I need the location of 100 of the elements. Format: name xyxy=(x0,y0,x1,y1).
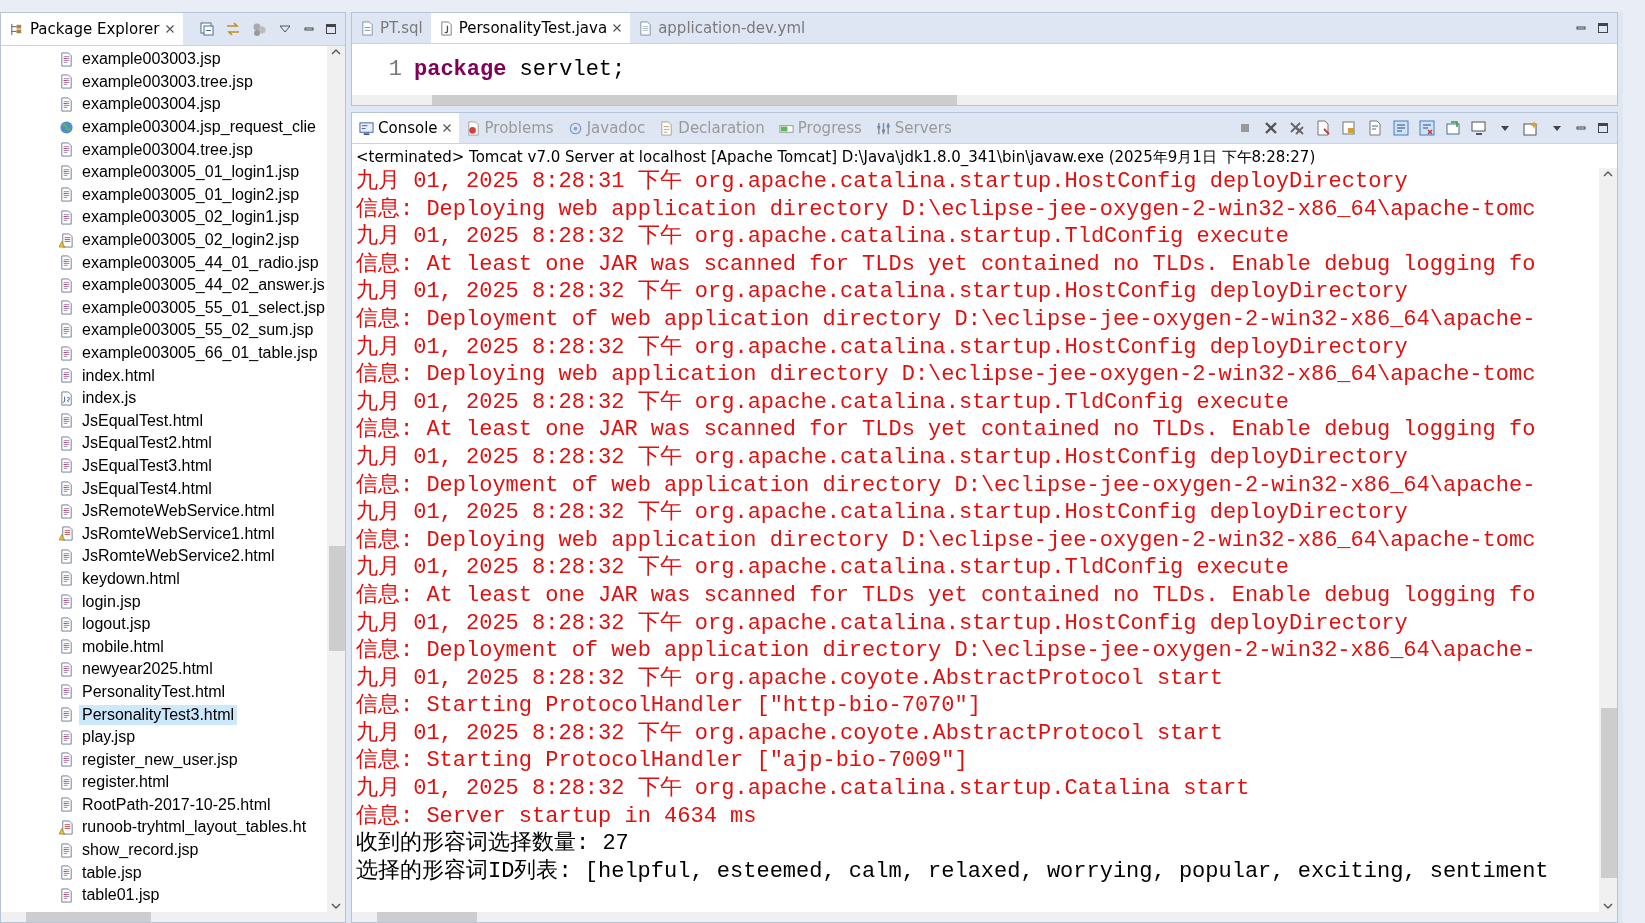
console-line: 信息: Deployment of web application directory D:\eclipse-jee-oxygen-2-win32-x86_64\apache- xyxy=(356,306,1536,332)
file-tree-item[interactable]: newyear2025.html xyxy=(79,659,216,680)
console-line: 九月 01, 2025 8:28:32 下午 org.apache.catalina.startup.HostConfig deployDirectory xyxy=(356,279,1408,305)
problems-icon xyxy=(465,120,481,136)
vertical-scrollbar[interactable] xyxy=(327,46,345,912)
file-icon xyxy=(59,142,74,158)
monitor-icon[interactable] xyxy=(1471,120,1487,136)
file-tree-item[interactable]: example003005_01_login1.jsp xyxy=(79,162,303,183)
console-line: 九月 01, 2025 8:28:32 下午 org.apache.coyote.AbstractProtocol start xyxy=(356,720,1223,746)
file-icon xyxy=(59,413,74,429)
package-tree-icon xyxy=(9,21,24,37)
file-tree-item[interactable]: show_record.jsp xyxy=(79,840,202,861)
file-tree-item[interactable]: table.jsp xyxy=(79,862,145,883)
file-icon xyxy=(59,187,74,203)
console-line: 信息: At least one JAR was scanned for TLDs yet contained no TLDs. Enable debug logging fo xyxy=(356,582,1536,608)
file-icon xyxy=(59,594,74,610)
console-line: 信息: Deploying web application directory D:\eclipse-jee-oxygen-2-win32-x86_64\apache-tomc xyxy=(356,196,1536,222)
close-icon[interactable] xyxy=(441,123,452,133)
scrollbar-thumb[interactable] xyxy=(1601,708,1617,878)
file-tree-item[interactable]: register_new_user.jsp xyxy=(79,749,241,770)
collapse-all-icon[interactable] xyxy=(199,21,215,37)
remove-all-icon[interactable] xyxy=(1289,120,1305,136)
console-line: 九月 01, 2025 8:28:32 下午 org.apache.catalina.startup.HostConfig deployDirectory xyxy=(356,334,1408,360)
close-icon[interactable] xyxy=(612,23,623,33)
file-tree-item[interactable]: JsRomteWebService2.html xyxy=(79,546,278,567)
file-tree-item[interactable]: JsEqualTest3.html xyxy=(79,456,215,476)
file-tree-item[interactable]: example003005_66_01_table.jsp xyxy=(79,343,321,363)
file-icon xyxy=(59,616,74,632)
file-tree-item[interactable]: example003003.tree.jsp xyxy=(79,71,256,92)
servers-icon xyxy=(875,120,891,136)
maximize-icon[interactable] xyxy=(325,23,337,35)
database-file-icon xyxy=(360,20,375,36)
file-icon xyxy=(59,51,74,67)
clear-console-icon[interactable] xyxy=(1315,120,1331,136)
editor-tab[interactable]: PersonalityTest.java xyxy=(430,13,631,43)
file-tree-item[interactable]: example003005_55_01_select.jsp xyxy=(79,297,327,318)
file-tree-item[interactable]: register.html xyxy=(79,772,173,793)
file-icon xyxy=(59,797,74,813)
file-tree-item[interactable]: example003004.jsp xyxy=(79,94,224,115)
file-warning-icon xyxy=(59,232,74,248)
file-icon xyxy=(59,752,74,768)
word-wrap-icon[interactable] xyxy=(1367,120,1383,136)
file-icon xyxy=(59,435,74,451)
view-tab[interactable]: Console xyxy=(352,113,459,143)
text-file-icon xyxy=(638,20,654,36)
console-icon xyxy=(359,120,374,136)
file-tree-item[interactable]: example003005_44_01_radio.jsp xyxy=(79,252,322,273)
horizontal-scrollbar[interactable] xyxy=(1,912,345,922)
open-console-icon[interactable] xyxy=(1445,120,1461,136)
console-line: 信息: At least one JAR was scanned for TLDs yet contained no TLDs. Enable debug logging fo xyxy=(356,251,1536,277)
link-arrows-icon[interactable] xyxy=(225,21,241,37)
file-tree-item[interactable]: JsEqualTest.html xyxy=(79,410,206,431)
horizontal-scrollbar[interactable] xyxy=(352,912,1617,922)
file-tree-item[interactable]: keydown.html xyxy=(79,568,183,589)
file-tree-item[interactable]: example003005_01_login2.jsp xyxy=(79,184,303,205)
file-tree-item[interactable]: JsRomteWebService1.html xyxy=(79,523,278,544)
file-tree-item[interactable]: runoob-tryhtml_layout_tables.ht xyxy=(79,817,310,838)
file-tree-item[interactable]: example003005_02_login2.jsp xyxy=(79,230,303,251)
pin-console-icon[interactable] xyxy=(1393,120,1409,136)
display-console-icon[interactable] xyxy=(1419,120,1435,136)
file-tree-item[interactable]: JsEqualTest4.html xyxy=(79,478,215,499)
remove-launch-icon[interactable] xyxy=(1263,120,1279,136)
maximize-icon[interactable] xyxy=(1597,22,1609,34)
file-tree-item[interactable]: index.html xyxy=(79,365,158,386)
scroll-lock-icon[interactable] xyxy=(1341,120,1357,136)
globe-icon xyxy=(59,119,74,135)
close-icon[interactable] xyxy=(165,24,176,34)
console-status: <terminated> Tomcat v7.0 Server at localhost [Apache Tomcat] D:\Java\jdk1.8.0_341\bin\javaw.exe (2025年9月1日 下午8:28:27) xyxy=(355,147,1317,168)
file-tree-item[interactable]: example003005_44_02_answer.js xyxy=(79,275,327,296)
file-tree-item[interactable]: RootPath-2017-10-25.html xyxy=(79,794,274,815)
file-icon xyxy=(59,571,74,587)
file-icon xyxy=(59,322,74,338)
maximize-icon[interactable] xyxy=(1597,122,1609,134)
file-tree-item[interactable]: example003004.tree.jsp xyxy=(79,139,256,160)
file-tree-item[interactable]: logout.jsp xyxy=(79,614,154,635)
file-tree-item[interactable]: example003004.jsp_request_clie xyxy=(79,117,319,138)
scrollbar-thumb[interactable] xyxy=(329,546,345,651)
console-line: 九月 01, 2025 8:28:31 下午 org.apache.catalina.startup.HostConfig deployDirectory xyxy=(356,169,1408,194)
file-tree-item[interactable]: login.jsp xyxy=(79,591,144,612)
console-line: 信息: Deploying web application directory D:\eclipse-jee-oxygen-2-win32-x86_64\apache-tomc xyxy=(356,527,1536,553)
file-icon xyxy=(59,345,74,361)
file-tree-item[interactable]: mobile.html xyxy=(79,636,167,657)
console-line: 九月 01, 2025 8:28:32 下午 org.apache.catalina.startup.TldConfig execute xyxy=(356,224,1289,250)
line-number: 1 xyxy=(387,57,403,82)
file-tree-item[interactable]: PersonalityTest.html xyxy=(79,681,229,702)
new-window-icon[interactable] xyxy=(1523,120,1539,136)
file-tree-item[interactable]: example003005_02_login1.jsp xyxy=(79,207,303,228)
file-tree-item[interactable]: JsEqualTest2.html xyxy=(79,433,215,454)
file-tree-item[interactable]: example003003.jsp xyxy=(79,49,224,70)
console-line: 信息: Starting ProtocolHandler ["ajp-bio-7009"] xyxy=(356,748,968,774)
file-tree-item[interactable]: play.jsp xyxy=(79,727,139,748)
package-explorer-tab[interactable]: Package Explorer xyxy=(1,13,184,45)
vertical-scrollbar[interactable] xyxy=(1599,168,1617,912)
file-tree-item[interactable]: example003005_55_02_sum.jsp xyxy=(79,320,317,341)
file-tree-item[interactable]: JsRemoteWebService.html xyxy=(79,501,278,522)
file-tree-item[interactable]: PersonalityTest3.html xyxy=(79,704,238,725)
console-line: 信息: Deployment of web application directory D:\eclipse-jee-oxygen-2-win32-x86_64\apache- xyxy=(356,472,1536,498)
file-tree-item[interactable]: table01.jsp xyxy=(79,885,163,906)
horizontal-scrollbar[interactable] xyxy=(352,95,1617,105)
file-tree-item[interactable]: index.js xyxy=(79,388,140,409)
